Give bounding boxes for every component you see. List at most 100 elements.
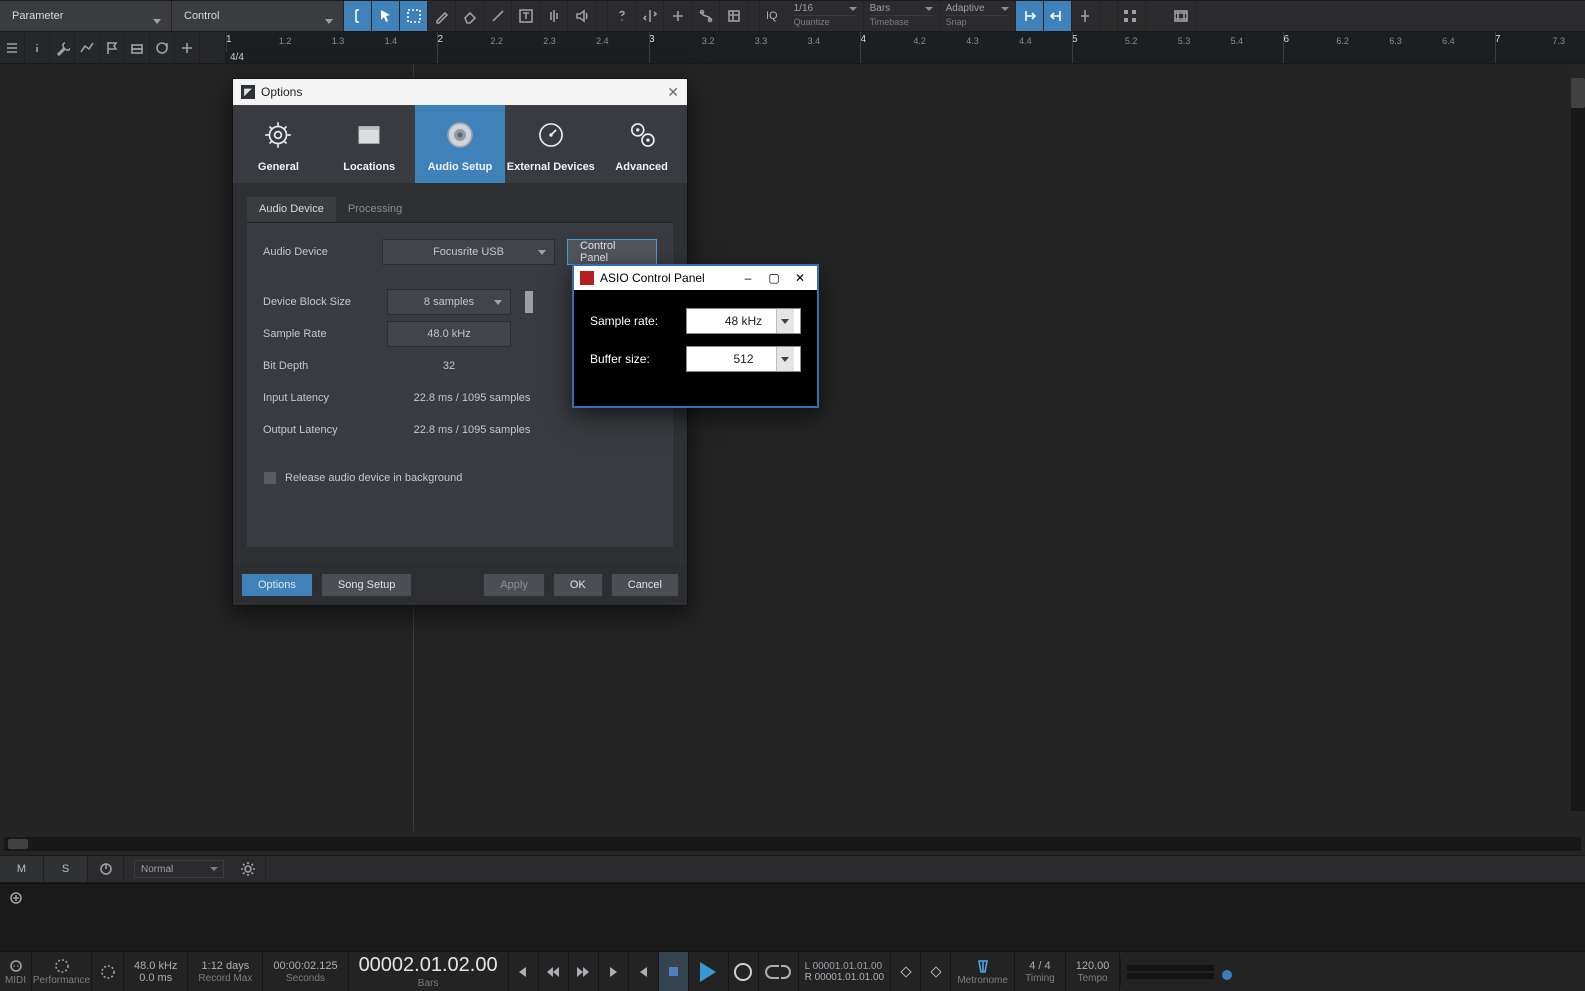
- help-tool[interactable]: [608, 1, 636, 31]
- automation-line-button[interactable]: [75, 32, 100, 63]
- split-play-tool[interactable]: [636, 1, 664, 31]
- film-view-button[interactable]: [1168, 1, 1196, 31]
- knife-tool[interactable]: [484, 1, 512, 31]
- dialog-footer: Options Song Setup Apply OK Cancel: [233, 565, 687, 605]
- audio-device-dropdown[interactable]: Focusrite USB: [382, 239, 555, 265]
- join-tool[interactable]: [664, 1, 692, 31]
- snap-left-tool[interactable]: [1016, 1, 1044, 31]
- splitter-expand-icon[interactable]: [8, 890, 24, 911]
- goto-start-button[interactable]: [629, 952, 659, 991]
- marker-next-icon[interactable]: [921, 952, 951, 991]
- ruler-minor-tick: 6.4: [1442, 36, 1455, 46]
- add-button[interactable]: [175, 32, 200, 63]
- speaker-tool[interactable]: [568, 1, 596, 31]
- tab-audio-setup[interactable]: Audio Setup: [415, 105, 506, 183]
- timebase-dropdown[interactable]: Bars Timebase: [864, 1, 940, 31]
- tab-locations[interactable]: Locations: [324, 105, 415, 183]
- dialog-tabs: General Locations Audio Setup External D…: [233, 105, 687, 183]
- audition-tool[interactable]: [540, 1, 568, 31]
- quantize-tool[interactable]: [692, 1, 720, 31]
- locators-display[interactable]: L 00001.01.01.00 R 00001.01.01.00: [799, 952, 892, 991]
- asio-titlebar[interactable]: ASIO Control Panel – ▢ ✕: [574, 266, 817, 290]
- pencil-tool[interactable]: [428, 1, 456, 31]
- asio-sample-rate-label: Sample rate:: [590, 314, 686, 328]
- tab-advanced[interactable]: Advanced: [596, 105, 687, 183]
- tab-external-devices[interactable]: External Devices: [505, 105, 596, 183]
- stop-button[interactable]: [659, 952, 689, 991]
- seconds-display[interactable]: 00:00:02.125 Seconds: [263, 952, 348, 991]
- ok-button[interactable]: OK: [553, 573, 603, 597]
- top-toolbar: Parameter Control IQ 1/16 Quantize Bars …: [0, 0, 1585, 32]
- layers-button[interactable]: [125, 32, 150, 63]
- solo-all-button[interactable]: S: [44, 856, 88, 882]
- loop-button[interactable]: [759, 952, 799, 991]
- gear-icon[interactable]: [230, 856, 266, 882]
- mute-all-button[interactable]: M: [0, 856, 44, 882]
- list-button[interactable]: [0, 32, 25, 63]
- block-size-dropdown[interactable]: 8 samples: [387, 289, 511, 315]
- asio-buffer-size-dropdown[interactable]: 512: [686, 346, 801, 372]
- pointer-tool[interactable]: [372, 1, 400, 31]
- loop-button[interactable]: [150, 32, 175, 63]
- sample-rate-value-box[interactable]: 48.0 kHz: [387, 321, 511, 347]
- output-meter: [1120, 958, 1220, 986]
- block-size-slider[interactable]: [525, 291, 533, 313]
- sub-tab-processing[interactable]: Processing: [336, 197, 414, 222]
- control-dropdown[interactable]: Control: [172, 1, 344, 31]
- dialog-titlebar[interactable]: Options ✕: [233, 79, 687, 105]
- horizontal-scrollbar[interactable]: [4, 837, 1581, 851]
- marquee-tool[interactable]: [400, 1, 428, 31]
- tab-external-devices-label: External Devices: [507, 161, 595, 173]
- power-icon[interactable]: [88, 856, 124, 882]
- cancel-button[interactable]: Cancel: [611, 573, 679, 597]
- asio-sample-rate-value: 48 kHz: [725, 314, 762, 328]
- marker-prev-icon[interactable]: [891, 952, 921, 991]
- tempo-display[interactable]: 120.00 Tempo: [1066, 952, 1121, 991]
- ruler-minor-tick: 5.2: [1125, 36, 1138, 46]
- seconds-label: Seconds: [286, 973, 325, 984]
- minimize-icon[interactable]: –: [739, 271, 757, 285]
- song-setup-button[interactable]: Song Setup: [321, 573, 413, 597]
- input-latency-value: 22.8 ms / 1095 samples: [414, 392, 531, 404]
- flag-button[interactable]: [100, 32, 125, 63]
- metronome-label: Metronome: [957, 975, 1008, 986]
- options-button[interactable]: Options: [241, 573, 313, 597]
- prev-marker-button[interactable]: [509, 952, 539, 991]
- vertical-scrollbar[interactable]: [1571, 64, 1585, 811]
- forward-button[interactable]: [569, 952, 599, 991]
- snap-right-tool[interactable]: [1044, 1, 1072, 31]
- snap-center-tool[interactable]: [1072, 1, 1100, 31]
- parameter-dropdown[interactable]: Parameter: [0, 1, 172, 31]
- bracket-tool[interactable]: [344, 1, 372, 31]
- maximize-icon[interactable]: ▢: [765, 271, 783, 285]
- wrench-button[interactable]: [50, 32, 75, 63]
- release-checkbox[interactable]: [263, 471, 277, 485]
- grid-view-button[interactable]: [1118, 1, 1146, 31]
- eraser-tool[interactable]: [456, 1, 484, 31]
- automation-mode-dropdown[interactable]: Normal: [134, 860, 224, 878]
- close-icon[interactable]: ✕: [791, 271, 809, 285]
- splitter-strip[interactable]: [0, 883, 1585, 951]
- close-icon[interactable]: ✕: [667, 84, 679, 101]
- tempo-value: 120.00: [1076, 960, 1110, 972]
- asio-sample-rate-dropdown[interactable]: 48 kHz: [686, 308, 801, 334]
- timeline-ruler[interactable]: 4/4 7.3 12345671.21.31.42.22.32.43.23.33…: [226, 32, 1569, 63]
- apply-button[interactable]: Apply: [483, 573, 545, 597]
- record-button[interactable]: [729, 952, 759, 991]
- tab-general[interactable]: General: [233, 105, 324, 183]
- sub-tab-audio-device[interactable]: Audio Device: [247, 197, 336, 222]
- metronome-toggle[interactable]: Metronome: [951, 952, 1015, 991]
- next-marker-button[interactable]: [599, 952, 629, 991]
- control-panel-button[interactable]: Control Panel: [567, 239, 657, 265]
- timing-display[interactable]: 4 / 4 Timing: [1015, 952, 1066, 991]
- macro-tool[interactable]: [720, 1, 748, 31]
- release-checkbox-row[interactable]: Release audio device in background: [263, 471, 657, 485]
- play-button[interactable]: [689, 952, 729, 991]
- info-button[interactable]: [25, 32, 50, 63]
- rewind-button[interactable]: [539, 952, 569, 991]
- text-tool[interactable]: [512, 1, 540, 31]
- tempo-label: Tempo: [1078, 973, 1108, 984]
- quantize-dropdown[interactable]: 1/16 Quantize: [788, 1, 864, 31]
- bars-display[interactable]: 00002.01.02.00 Bars: [349, 952, 509, 991]
- snap-dropdown[interactable]: Adaptive Snap: [940, 1, 1016, 31]
